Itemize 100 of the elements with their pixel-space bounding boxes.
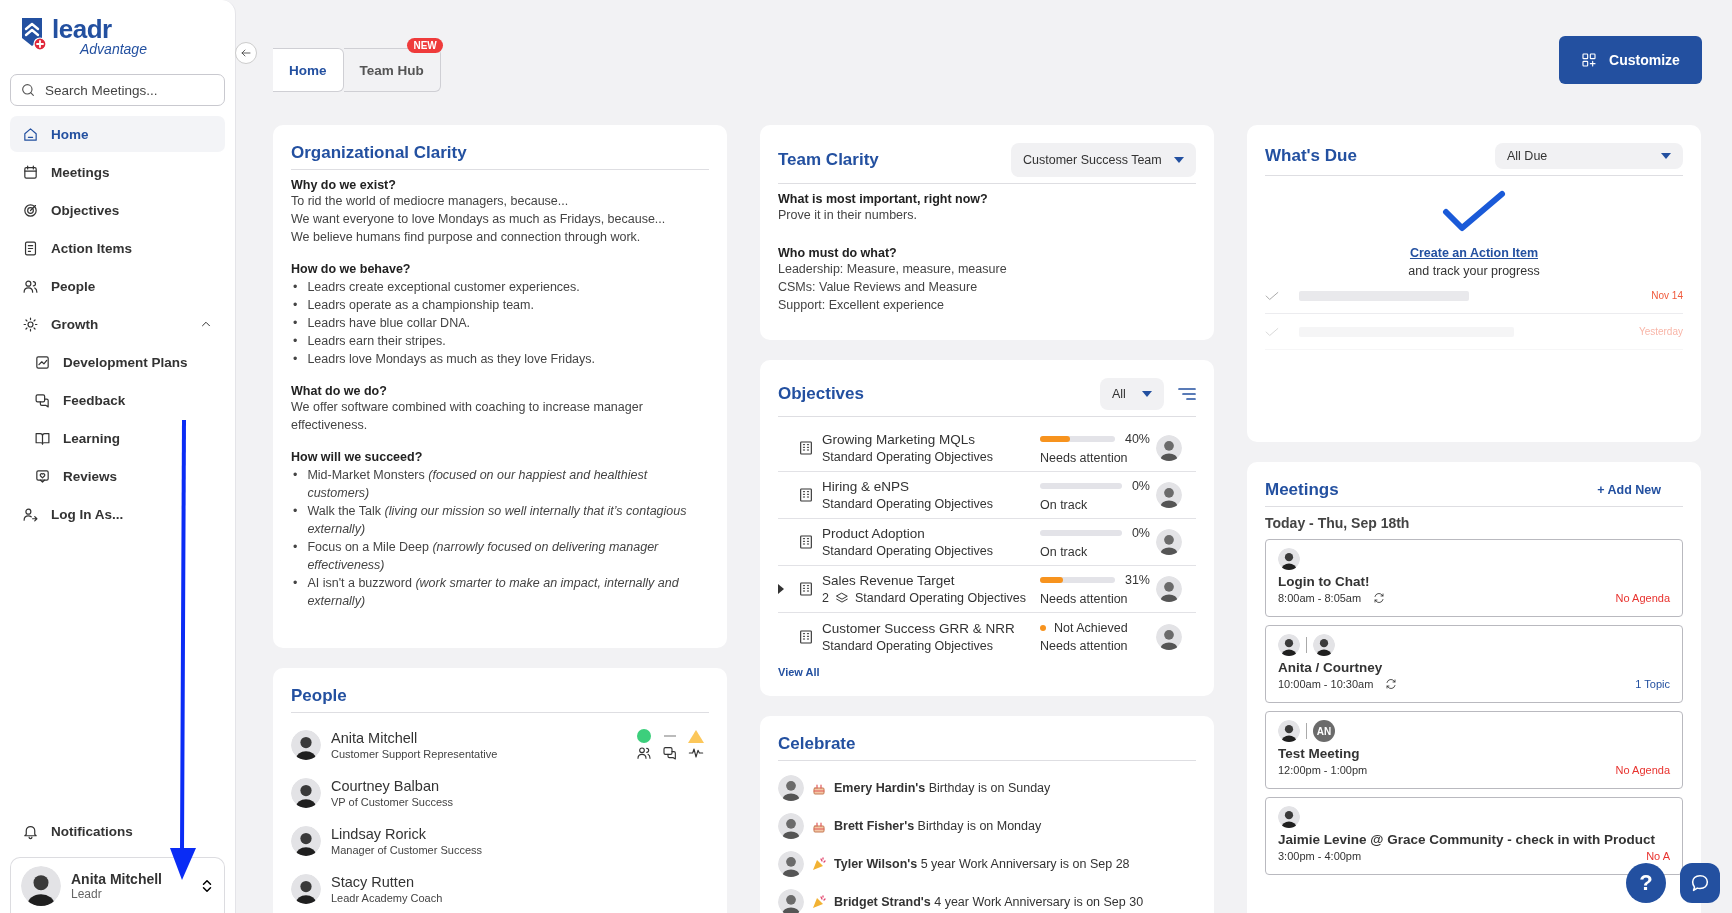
add-new-button[interactable]: + Add New	[1591, 482, 1667, 498]
card-title: Organizational Clarity	[291, 143, 467, 163]
building-icon	[798, 534, 814, 550]
body-text: We believe humans find purpose and connection through work.	[291, 229, 642, 246]
search-field[interactable]: Search Meetings...	[10, 74, 225, 106]
nav-item[interactable]: People	[10, 268, 225, 304]
avatar	[1156, 482, 1182, 508]
nav-item[interactable]: Action Items	[10, 230, 225, 266]
objective-status: Needs attention	[1040, 592, 1129, 606]
nav-icon	[34, 353, 51, 371]
body-text: Support: Excellent experience	[778, 297, 946, 314]
day-heading: Today - Thu, Sep 18th	[1265, 515, 1411, 531]
team-dropdown[interactable]: Customer Success Team	[1011, 143, 1196, 177]
objective-status: On track	[1040, 545, 1089, 559]
expand-triangle-icon[interactable]	[778, 584, 784, 594]
view-all-link[interactable]: View All	[778, 666, 820, 678]
nav-item[interactable]: Meetings	[10, 154, 225, 190]
meeting-card[interactable]: Login to Chat! 8:00am - 8:05am No Agenda	[1265, 539, 1683, 617]
tab[interactable]: Team Hub	[343, 48, 441, 92]
chat-button[interactable]	[1680, 863, 1720, 903]
objective-name[interactable]: Customer Success GRR & NRR	[822, 620, 1034, 636]
grid-plus-icon	[1581, 52, 1598, 68]
progress-percent: 40%	[1124, 432, 1150, 446]
caret-icon	[1661, 153, 1671, 159]
bullet-marker: •	[293, 575, 298, 592]
chevron-up-down-icon	[200, 877, 214, 894]
avatar	[291, 826, 321, 856]
nav-item[interactable]: Notifications	[10, 813, 225, 849]
filter-icon[interactable]	[1178, 387, 1196, 401]
logo-tagline: Advantage	[80, 42, 147, 56]
layers-icon	[833, 591, 850, 605]
filter-dropdown[interactable]: All	[1100, 378, 1164, 410]
objective-status: Needs attention	[1040, 638, 1129, 653]
avatar	[778, 851, 804, 877]
warning-triangle-icon	[688, 729, 704, 743]
card-title: People	[291, 686, 347, 706]
bullet-item: Leadrs operate as a championship team.	[307, 297, 534, 314]
meeting-time: 10:00am - 10:30am	[1278, 678, 1374, 690]
objective-name[interactable]: Hiring & eNPS	[822, 479, 1034, 494]
due-filter-dropdown[interactable]: All Due	[1495, 143, 1683, 169]
nav-icon	[22, 125, 39, 143]
objective-name[interactable]: Growing Marketing MQLs	[822, 432, 1034, 447]
objective-category: Standard Operating Objectives	[822, 638, 993, 653]
body-text: CSMs: Value Reviews and Measure	[778, 279, 979, 296]
nav-item[interactable]: Home	[10, 116, 225, 152]
caret-icon	[1174, 157, 1184, 163]
body-text: Prove it in their numbers.	[778, 207, 918, 224]
meeting-card[interactable]: AN Test Meeting 12:00pm - 1:00pm No Agenda	[1265, 711, 1683, 789]
meeting-time: 3:00pm - 4:00pm	[1278, 850, 1362, 862]
nav-item[interactable]: Development Plans	[10, 344, 225, 380]
person-role: Manager of Customer Success	[331, 844, 483, 856]
avatar	[1156, 623, 1182, 650]
meeting-card[interactable]: Anita / Courtney 10:00am - 10:30am 1 Topic	[1265, 625, 1683, 703]
meeting-time: 12:00pm - 1:00pm	[1278, 764, 1368, 776]
objective-status: Needs attention	[1040, 451, 1129, 465]
nav-item[interactable]: Growth	[10, 306, 225, 342]
card-title: Team Clarity	[778, 150, 879, 170]
create-action-item-link[interactable]: Create an Action Item	[1409, 246, 1538, 260]
nav-item[interactable]: Log In As...	[10, 496, 225, 532]
arrow-left-icon	[240, 47, 252, 59]
avatar	[291, 874, 321, 904]
initials-avatar: AN	[1313, 720, 1335, 742]
celebration-text: Bridget Strand's 4 year Work Anniversary is on Sep 30	[834, 895, 1144, 909]
person-name: Stacy Rutten	[331, 874, 415, 890]
nav-item[interactable]: Objectives	[10, 192, 225, 228]
avatar	[291, 730, 321, 760]
avatar	[1156, 435, 1182, 461]
nav-icon	[22, 315, 39, 333]
objective-category: Standard Operating Objectives	[822, 544, 993, 558]
customize-button[interactable]: Customize	[1559, 36, 1702, 84]
bullet-item: AI isn't a buzzword (work smarter to make an impact, internally and externally)	[307, 575, 680, 610]
nav-icon	[34, 391, 51, 409]
celebration-text: Brett Fisher's Birthday is on Monday	[834, 819, 1042, 833]
objective-name[interactable]: Sales Revenue Target	[822, 573, 1034, 588]
child-count: 2	[822, 591, 829, 605]
chat-icon	[661, 745, 679, 761]
party-popper-icon	[812, 895, 826, 909]
bullet-marker: •	[293, 539, 298, 556]
card-title: Objectives	[778, 384, 864, 404]
person-role: Customer Support Representative	[331, 748, 499, 760]
avatar	[1278, 548, 1300, 570]
nav-item[interactable]: Feedback	[10, 382, 225, 418]
nav-icon	[22, 239, 39, 257]
party-popper-icon	[812, 857, 826, 871]
chat-bubble-icon	[1689, 872, 1711, 894]
avatar	[1313, 634, 1335, 656]
meeting-title: Login to Chat!	[1278, 574, 1371, 589]
bullet-item: Leadrs have blue collar DNA.	[307, 315, 470, 332]
progress-percent: 0%	[1131, 479, 1150, 493]
bullet-marker: •	[293, 279, 298, 296]
nav-item[interactable]: Learning	[10, 420, 225, 456]
user-menu[interactable]: Anita Mitchell Leadr	[10, 857, 225, 913]
new-badge: NEW	[407, 38, 443, 53]
objective-name[interactable]: Product Adoption	[822, 526, 1034, 541]
person-name: Courtney Balban	[331, 778, 440, 794]
logo-text: leadr	[52, 16, 112, 42]
nav-icon	[34, 467, 51, 485]
tab[interactable]: Home	[273, 48, 344, 92]
dash-icon	[664, 734, 676, 738]
nav-item[interactable]: Reviews	[10, 458, 225, 494]
